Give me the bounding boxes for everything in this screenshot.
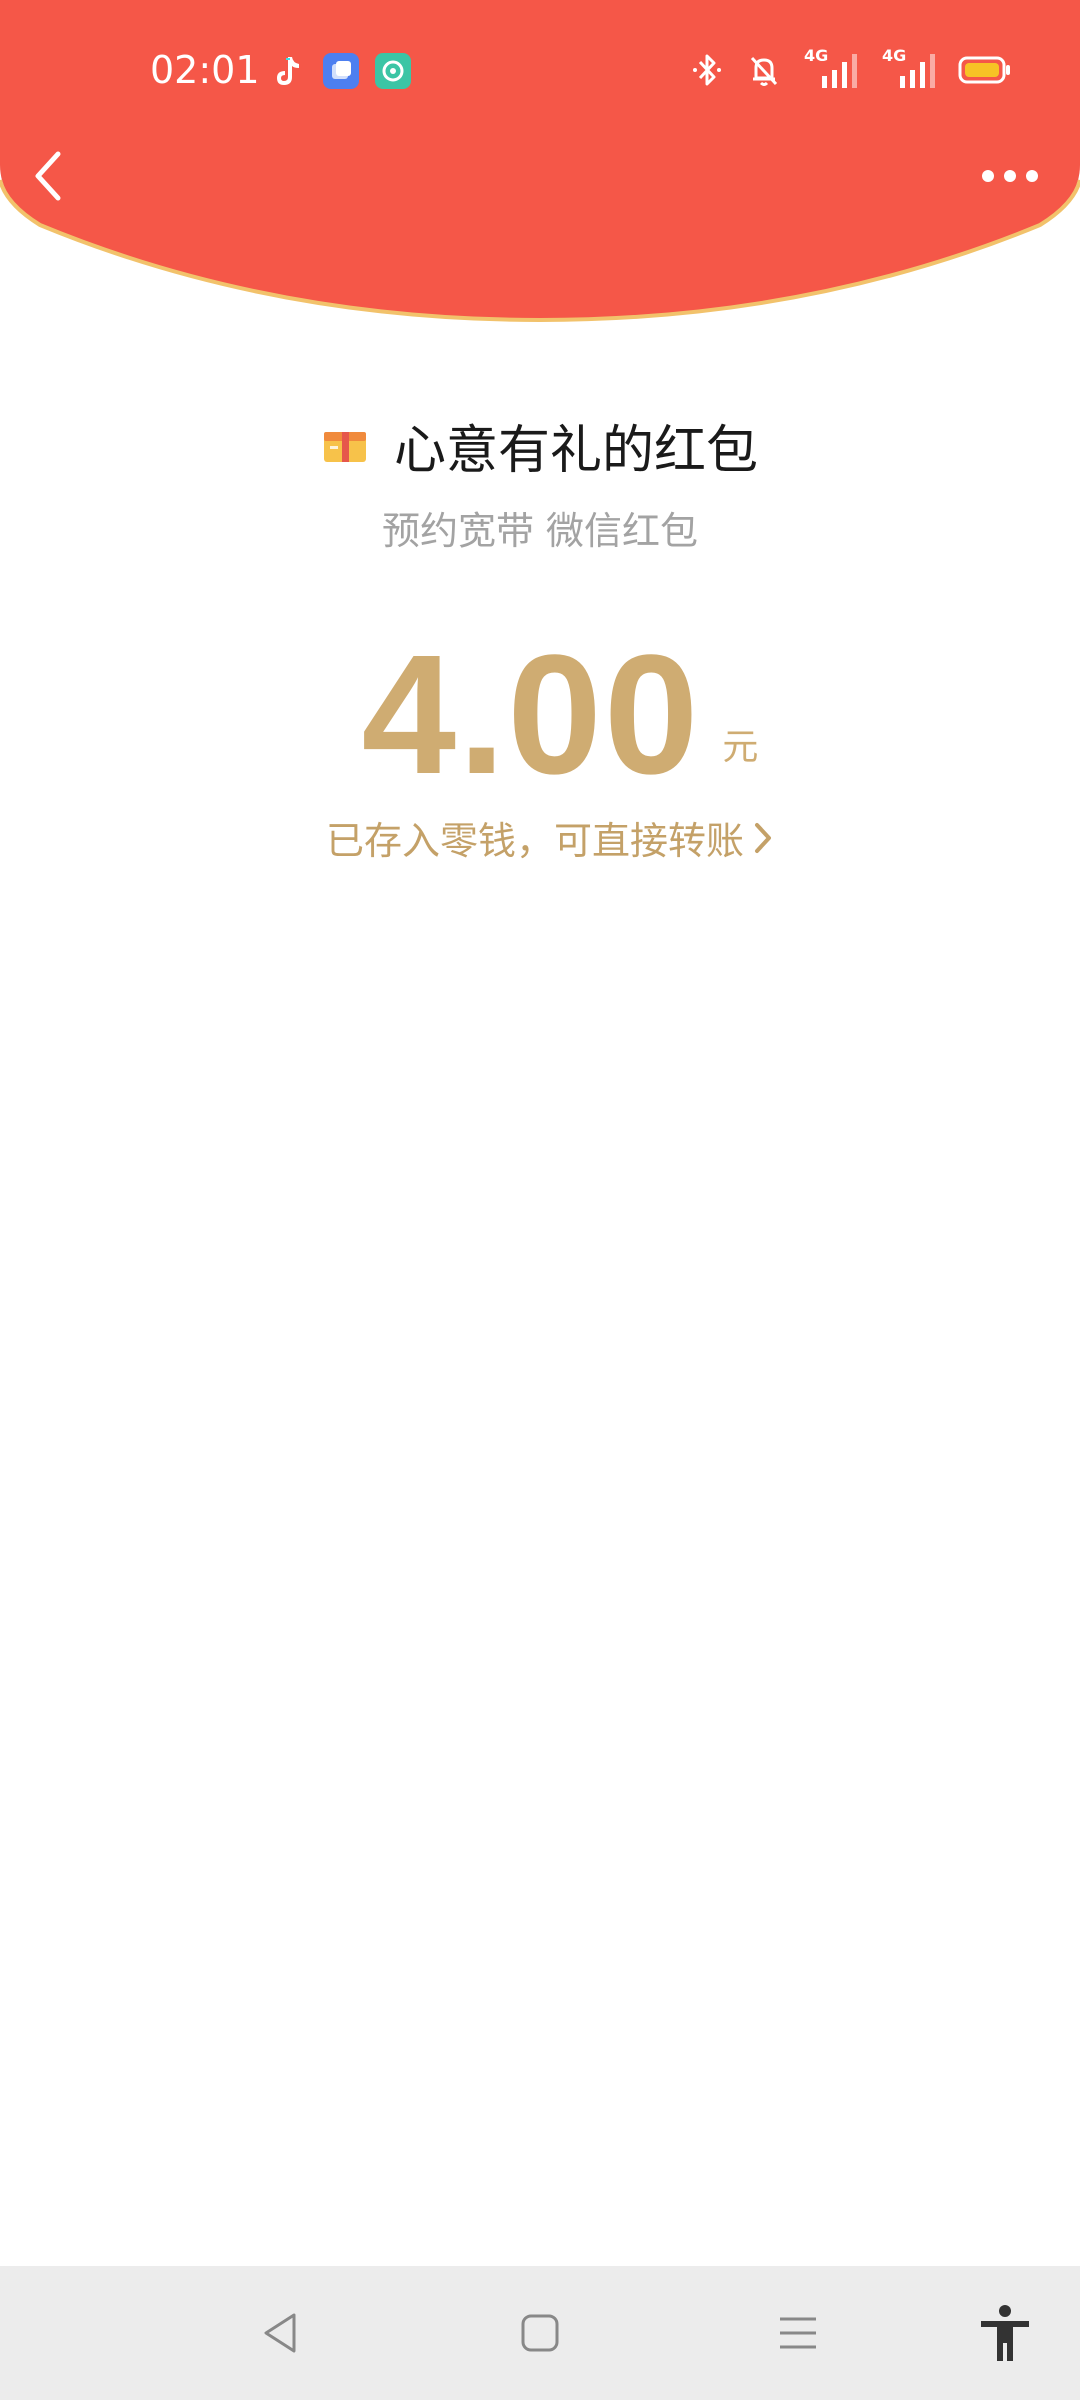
chevron-left-icon <box>35 151 61 201</box>
packet-subtitle: 预约宽带 微信红包 <box>381 509 699 553</box>
signal-4g-icon: 4G <box>880 46 936 90</box>
system-nav-bar <box>0 2266 1080 2400</box>
amount-value: 4.00 <box>361 620 701 810</box>
battery-icon <box>958 56 1010 84</box>
sender-title: 心意有礼的红包 <box>393 420 758 481</box>
chevron-right-icon <box>755 822 771 853</box>
more-dots-icon <box>982 170 1038 182</box>
system-menu-button[interactable] <box>748 2266 848 2400</box>
signal-4g-icon: 4G <box>802 46 858 90</box>
home-square-icon <box>521 2314 559 2352</box>
teal-app-icon <box>375 53 411 89</box>
menu-lines-icon <box>780 2317 816 2349</box>
more-button[interactable] <box>974 158 1046 194</box>
system-back-button[interactable] <box>230 2266 330 2400</box>
sender-title-row: 心意有礼的红包 <box>0 405 1080 485</box>
back-button[interactable] <box>24 144 80 208</box>
system-home-button[interactable] <box>490 2266 590 2400</box>
back-triangle-icon <box>264 2313 296 2353</box>
tiktok-icon <box>268 53 304 89</box>
amount-row: 4.00 元 <box>0 620 1080 800</box>
accessibility-icon <box>981 2305 1029 2361</box>
amount-unit: 元 <box>722 727 759 768</box>
blue-app-icon <box>323 53 359 89</box>
accessibility-button[interactable] <box>955 2266 1055 2400</box>
status-right-icons: 4G 4G <box>692 46 1012 90</box>
status-bar: 02:01 4G 4G <box>0 0 1080 142</box>
gift-envelope-icon <box>323 432 366 462</box>
saved-to-wallet-text: 已存入零钱，可直接转账 <box>325 819 744 863</box>
mute-bell-icon <box>750 56 778 86</box>
saved-to-wallet-link[interactable]: 已存入零钱，可直接转账 <box>0 810 1080 865</box>
status-time: 02:01 <box>150 48 260 92</box>
bluetooth-icon <box>693 54 721 86</box>
